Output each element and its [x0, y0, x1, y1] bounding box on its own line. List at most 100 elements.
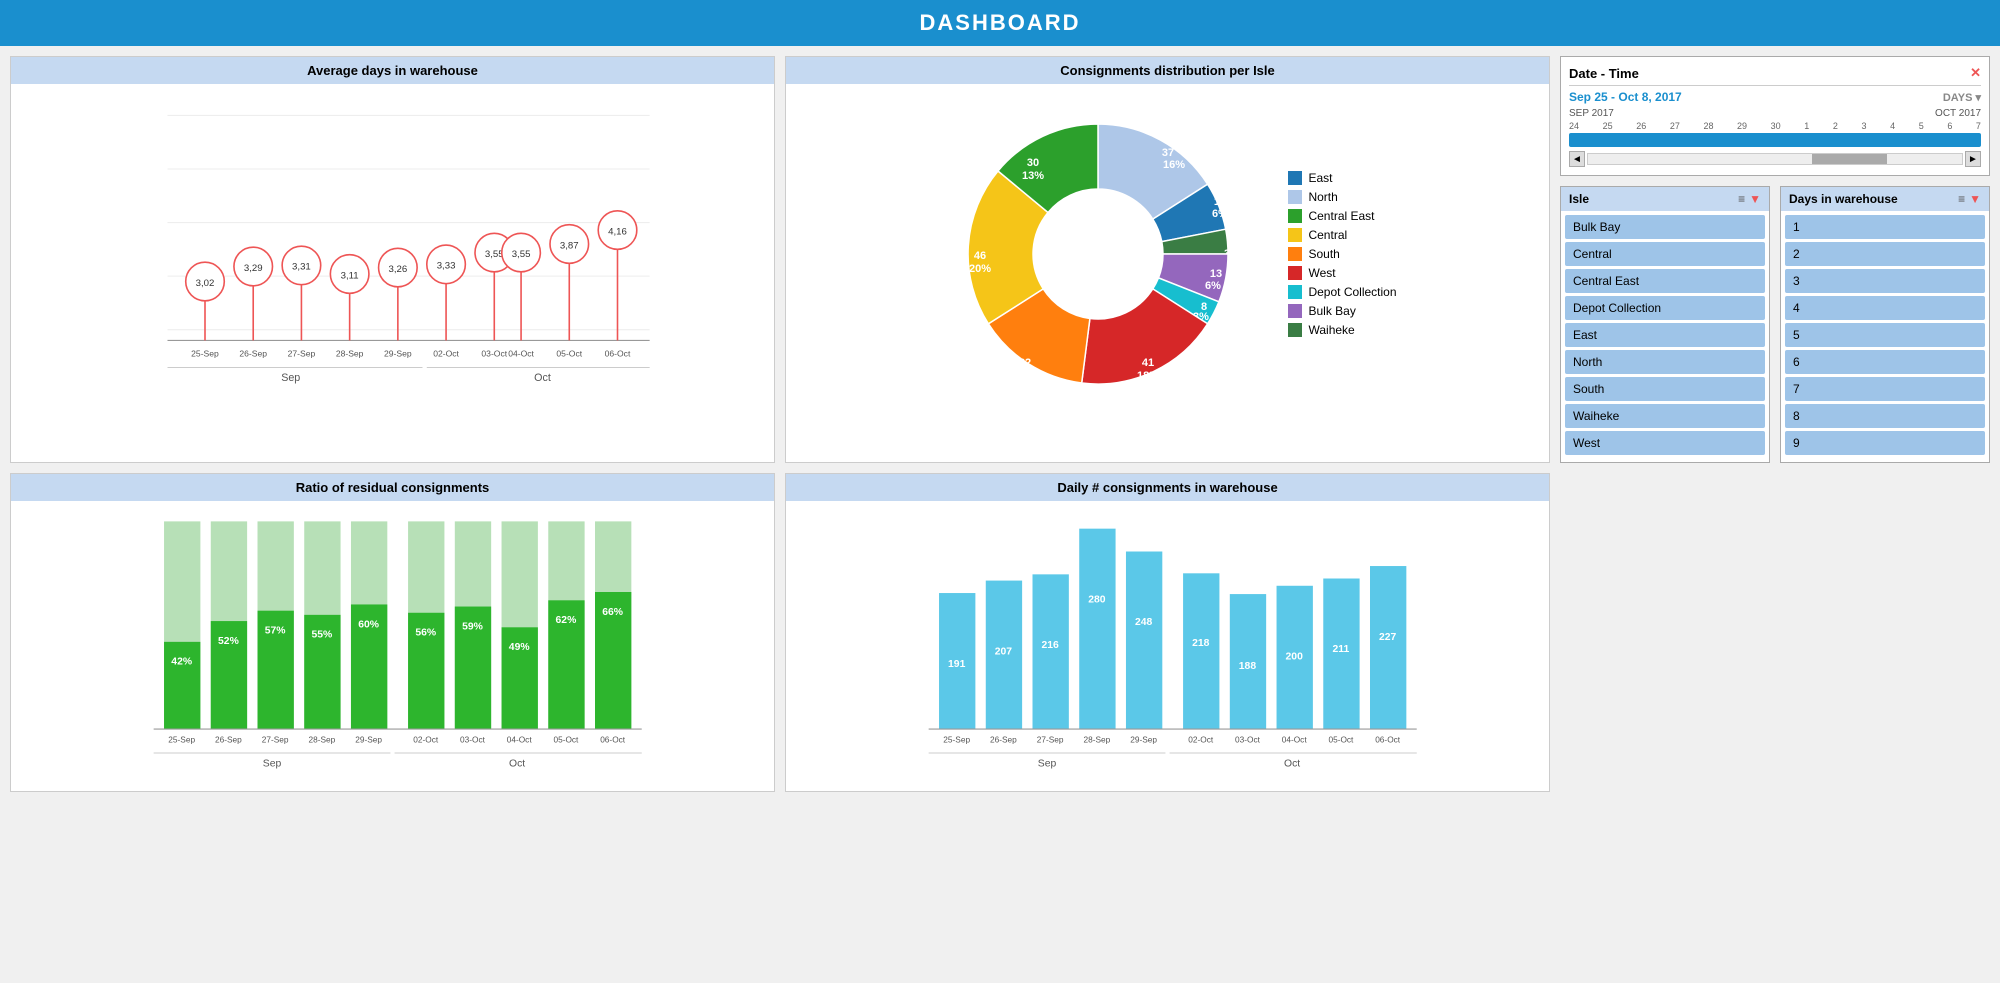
dashboard-header: DASHBOARD: [0, 0, 2000, 46]
svg-text:280: 280: [1088, 594, 1106, 605]
svg-text:02-Oct: 02-Oct: [413, 735, 439, 745]
legend-bulk-bay: Bulk Bay: [1288, 304, 1396, 318]
svg-text:56%: 56%: [415, 628, 436, 639]
days-filter-title: Days in warehouse: [1789, 192, 1898, 206]
right-column: Date - Time ✕ Sep 25 - Oct 8, 2017 DAYS …: [1560, 56, 1990, 463]
days-item-4[interactable]: 4: [1785, 296, 1985, 320]
sep-label: SEP 2017: [1569, 108, 1614, 119]
svg-text:6%: 6%: [1206, 280, 1222, 292]
days-item-3[interactable]: 3: [1785, 269, 1985, 293]
isle-item-south[interactable]: South: [1565, 377, 1765, 401]
isle-filter-header: Isle ≡ ▼: [1561, 187, 1769, 211]
days-filter-header: Days in warehouse ≡ ▼: [1781, 187, 1989, 211]
svg-text:02-Oct: 02-Oct: [433, 349, 459, 359]
svg-text:29-Sep: 29-Sep: [384, 349, 412, 359]
svg-text:3,29: 3,29: [244, 263, 263, 274]
svg-text:05-Oct: 05-Oct: [556, 349, 582, 359]
days-sort-icon[interactable]: ≡: [1958, 192, 1965, 206]
svg-text:28-Sep: 28-Sep: [1084, 735, 1111, 745]
avg-days-panel: Average days in warehouse: [10, 56, 775, 463]
days-item-2[interactable]: 2: [1785, 242, 1985, 266]
svg-text:3,02: 3,02: [196, 278, 215, 289]
timeline-bar: [1569, 133, 1981, 147]
svg-text:3,31: 3,31: [292, 262, 311, 273]
days-item-7[interactable]: 7: [1785, 377, 1985, 401]
svg-text:37: 37: [1162, 147, 1174, 159]
svg-text:29-Sep: 29-Sep: [355, 735, 382, 745]
svg-text:41: 41: [1142, 357, 1154, 369]
daily-panel: Daily # consignments in warehouse: [785, 473, 1550, 792]
datetime-header: Date - Time ✕: [1569, 65, 1981, 86]
scroll-thumb[interactable]: [1812, 154, 1887, 164]
svg-text:3,55: 3,55: [485, 249, 504, 260]
legend-box-bulk-bay: [1288, 304, 1302, 318]
legend-central: Central: [1288, 228, 1396, 242]
isle-filter-icons: ≡ ▼: [1738, 192, 1761, 206]
svg-text:59%: 59%: [462, 621, 483, 632]
ratio-panel: Ratio of residual consignments: [10, 473, 775, 792]
svg-text:05-Oct: 05-Oct: [553, 735, 579, 745]
isle-item-bulk-bay[interactable]: Bulk Bay: [1565, 215, 1765, 239]
svg-text:03-Oct: 03-Oct: [1235, 735, 1261, 745]
scroll-left-btn[interactable]: ◄: [1569, 151, 1585, 167]
ratio-chart: 42% 52% 57% 55% 60% 56% 59% 49% 62% 66% …: [21, 511, 764, 781]
svg-text:66%: 66%: [602, 607, 623, 618]
svg-text:28-Sep: 28-Sep: [336, 349, 364, 359]
filter-clear-icon[interactable]: ✕: [1970, 65, 1981, 81]
svg-text:3,11: 3,11: [341, 270, 359, 281]
svg-text:218: 218: [1192, 638, 1210, 649]
svg-text:52%: 52%: [218, 636, 239, 647]
days-item-1[interactable]: 1: [1785, 215, 1985, 239]
svg-text:27-Sep: 27-Sep: [262, 735, 289, 745]
days-item-6[interactable]: 6: [1785, 350, 1985, 374]
datetime-panel: Date - Time ✕ Sep 25 - Oct 8, 2017 DAYS …: [1560, 56, 1990, 176]
svg-text:3,33: 3,33: [437, 261, 456, 272]
svg-text:06-Oct: 06-Oct: [1375, 735, 1401, 745]
isle-filter-icon[interactable]: ▼: [1749, 192, 1761, 206]
days-item-8[interactable]: 8: [1785, 404, 1985, 428]
datetime-title: Date - Time: [1569, 66, 1639, 81]
svg-text:Sep: Sep: [281, 372, 300, 384]
oct-label: OCT 2017: [1935, 108, 1981, 119]
svg-text:227: 227: [1379, 632, 1397, 643]
svg-text:28-Sep: 28-Sep: [309, 735, 336, 745]
isle-item-north[interactable]: North: [1565, 350, 1765, 374]
isle-filter-list: Bulk Bay Central Central East Depot Coll…: [1561, 211, 1769, 462]
isle-item-west[interactable]: West: [1565, 431, 1765, 455]
svg-text:32: 32: [1019, 357, 1031, 369]
svg-text:3,55: 3,55: [512, 249, 531, 260]
days-dropdown[interactable]: DAYS ▾: [1943, 91, 1981, 104]
svg-text:216: 216: [1041, 640, 1059, 651]
days-filter-icon[interactable]: ▼: [1969, 192, 1981, 206]
timeline-scroll: ◄ ►: [1569, 151, 1981, 167]
timeline-ticks: 24252627282930 1234567: [1569, 121, 1981, 131]
svg-text:Oct: Oct: [534, 372, 551, 384]
scroll-right-btn[interactable]: ►: [1965, 151, 1981, 167]
isle-item-east[interactable]: East: [1565, 323, 1765, 347]
svg-text:46: 46: [974, 250, 986, 262]
svg-text:3,87: 3,87: [560, 240, 579, 251]
svg-text:26-Sep: 26-Sep: [215, 735, 242, 745]
isle-sort-icon[interactable]: ≡: [1738, 192, 1745, 206]
days-item-5[interactable]: 5: [1785, 323, 1985, 347]
daily-bar-chart: 191 207 216 280 248 218 188 200 211 227 …: [796, 511, 1539, 781]
legend-box-south: [1288, 247, 1302, 261]
svg-text:Oct: Oct: [1284, 758, 1300, 769]
legend-box-west: [1288, 266, 1302, 280]
isle-item-central[interactable]: Central: [1565, 242, 1765, 266]
svg-text:55%: 55%: [312, 630, 333, 641]
svg-text:14%: 14%: [1014, 370, 1036, 382]
scroll-track[interactable]: [1587, 153, 1963, 165]
svg-text:20%: 20%: [969, 263, 991, 275]
isle-filter-title: Isle: [1569, 192, 1589, 206]
svg-text:14: 14: [1214, 196, 1227, 208]
isle-item-central-east[interactable]: Central East: [1565, 269, 1765, 293]
svg-text:25-Sep: 25-Sep: [943, 735, 970, 745]
legend-waiheke: Waiheke: [1288, 323, 1396, 337]
isle-item-depot[interactable]: Depot Collection: [1565, 296, 1765, 320]
days-item-9[interactable]: 9: [1785, 431, 1985, 455]
svg-text:Sep: Sep: [263, 758, 282, 769]
svg-text:16%: 16%: [1163, 159, 1185, 171]
isle-item-waiheke[interactable]: Waiheke: [1565, 404, 1765, 428]
svg-text:25-Sep: 25-Sep: [191, 349, 219, 359]
